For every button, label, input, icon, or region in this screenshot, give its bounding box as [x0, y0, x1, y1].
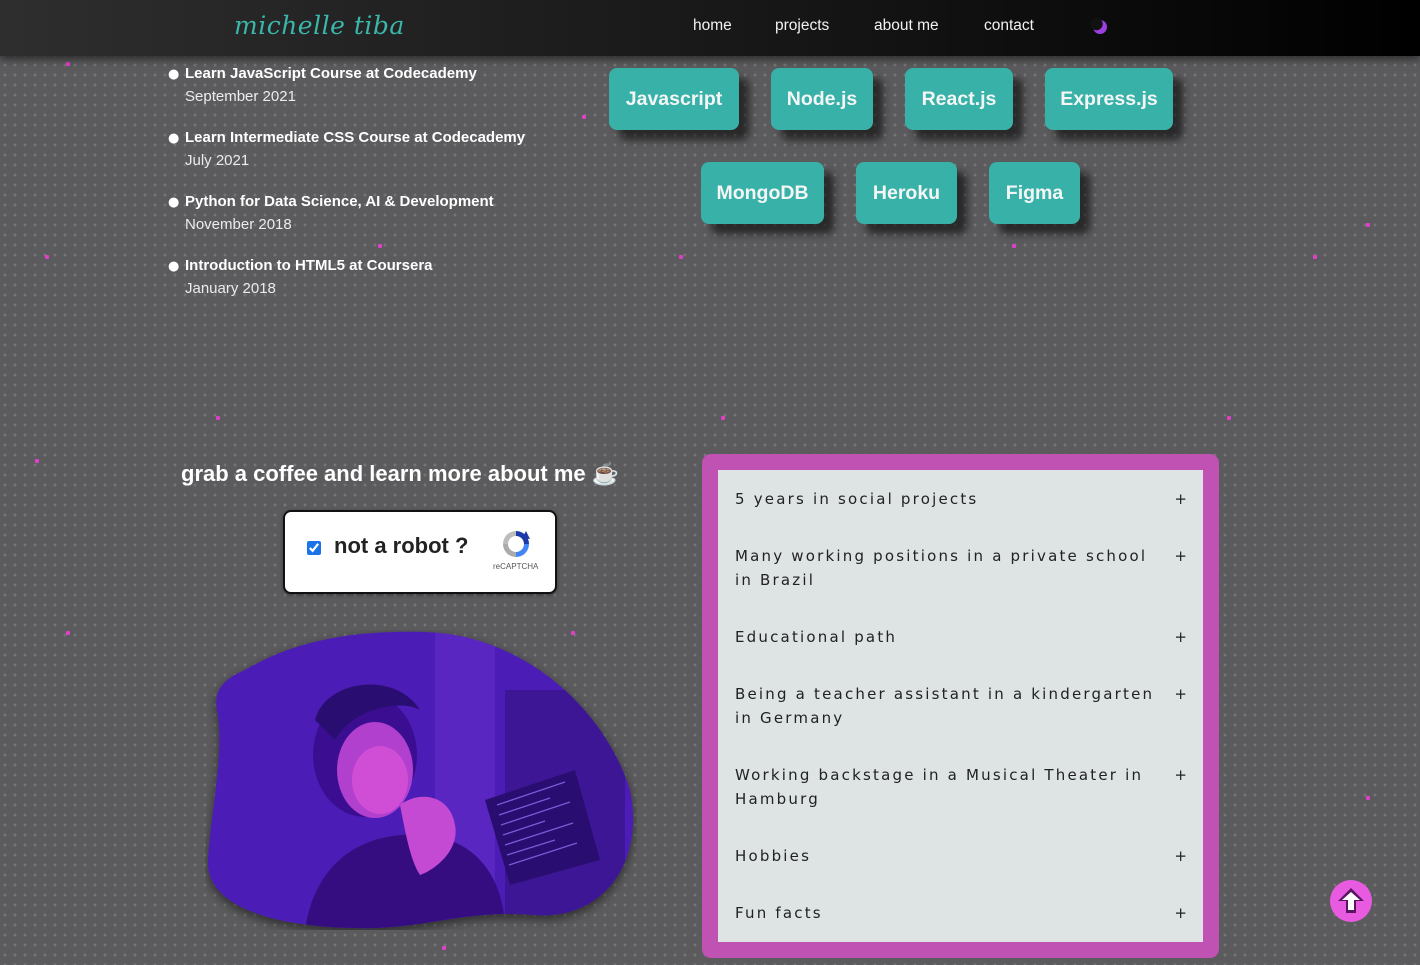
accordion-item-educational-path[interactable]: Educational path + [735, 625, 1187, 649]
skill-badge-mongodb: MongoDB [701, 162, 824, 224]
course-date: July 2021 [185, 152, 250, 169]
skill-badge-reactjs: React.js [905, 68, 1013, 130]
captcha-box: not a robot ? reCAPTCHA [283, 510, 557, 594]
accordion-item-label: Many working positions in a private scho… [735, 547, 1148, 589]
bullet-icon: ● [168, 259, 180, 274]
course-item: ● Python for Data Science, AI & Developm… [168, 192, 525, 256]
course-title: Learn JavaScript Course at Codecademy [185, 65, 477, 82]
plus-icon: + [1174, 904, 1187, 922]
nav-projects[interactable]: projects [775, 17, 829, 35]
course-title: Python for Data Science, AI & Developmen… [185, 193, 494, 210]
course-date: September 2021 [185, 88, 296, 105]
nav-home[interactable]: home [693, 17, 732, 35]
accordion-item-teacher-assistant[interactable]: Being a teacher assistant in a kindergar… [735, 682, 1187, 730]
coffee-section-title: grab a coffee and learn more about me ☕ [181, 461, 620, 486]
recaptcha-brand-label: reCAPTCHA [493, 562, 539, 571]
plus-icon: + [1174, 685, 1187, 703]
moon-icon [1090, 17, 1107, 34]
accordion-item-hobbies[interactable]: Hobbies + [735, 844, 1187, 868]
bullet-icon: ● [168, 131, 180, 146]
about-accordion: 5 years in social projects + Many workin… [702, 454, 1219, 958]
accordion-panel: 5 years in social projects + Many workin… [718, 470, 1203, 942]
theme-toggle-button[interactable] [1090, 17, 1110, 37]
profile-photo-blob [207, 631, 634, 929]
plus-icon: + [1174, 490, 1187, 508]
top-navbar: michelle tiba home projects about me con… [0, 0, 1420, 56]
accordion-item-label: Educational path [735, 628, 898, 646]
course-item: ● Learn Intermediate CSS Course at Codec… [168, 128, 525, 192]
accordion-item-social-projects[interactable]: 5 years in social projects + [735, 487, 1187, 511]
accordion-item-label: Hobbies [735, 847, 812, 865]
plus-icon: + [1174, 547, 1187, 565]
bullet-icon: ● [168, 195, 180, 210]
courses-list: ● Learn JavaScript Course at Codecademy … [168, 64, 525, 320]
nav-contact[interactable]: contact [984, 17, 1034, 35]
plus-icon: + [1174, 766, 1187, 784]
accordion-item-fun-facts[interactable]: Fun facts + [735, 901, 1187, 925]
course-title: Learn Intermediate CSS Course at Codecad… [185, 129, 526, 146]
course-date: January 2018 [185, 280, 276, 297]
captcha-checkbox[interactable] [307, 541, 321, 555]
accordion-item-musical-theater[interactable]: Working backstage in a Musical Theater i… [735, 763, 1187, 811]
recaptcha-icon [503, 531, 530, 557]
accordion-item-label: Being a teacher assistant in a kindergar… [735, 685, 1155, 727]
course-title: Introduction to HTML5 at Coursera [185, 257, 433, 274]
skill-badge-expressjs: Express.js [1045, 68, 1173, 130]
course-date: November 2018 [185, 216, 292, 233]
bullet-icon: ● [168, 67, 180, 82]
scroll-to-top-button[interactable] [1330, 880, 1372, 922]
captcha-label: not a robot ? [334, 533, 469, 558]
nav-about-me[interactable]: about me [874, 17, 939, 35]
accordion-item-label: 5 years in social projects [735, 490, 979, 508]
skill-badge-figma: Figma [989, 162, 1080, 224]
accordion-item-label: Fun facts [735, 904, 823, 922]
plus-icon: + [1174, 847, 1187, 865]
skill-badge-javascript: Javascript [609, 68, 739, 130]
site-logo[interactable]: michelle tiba [234, 11, 405, 40]
course-item: ● Learn JavaScript Course at Codecademy … [168, 64, 525, 128]
skill-badge-heroku: Heroku [856, 162, 957, 224]
arrow-up-icon [1338, 888, 1364, 913]
course-item: ● Introduction to HTML5 at Coursera Janu… [168, 256, 525, 320]
accordion-item-private-school[interactable]: Many working positions in a private scho… [735, 544, 1187, 592]
plus-icon: + [1174, 628, 1187, 646]
accordion-item-label: Working backstage in a Musical Theater i… [735, 766, 1144, 808]
skill-badge-nodejs: Node.js [771, 68, 873, 130]
